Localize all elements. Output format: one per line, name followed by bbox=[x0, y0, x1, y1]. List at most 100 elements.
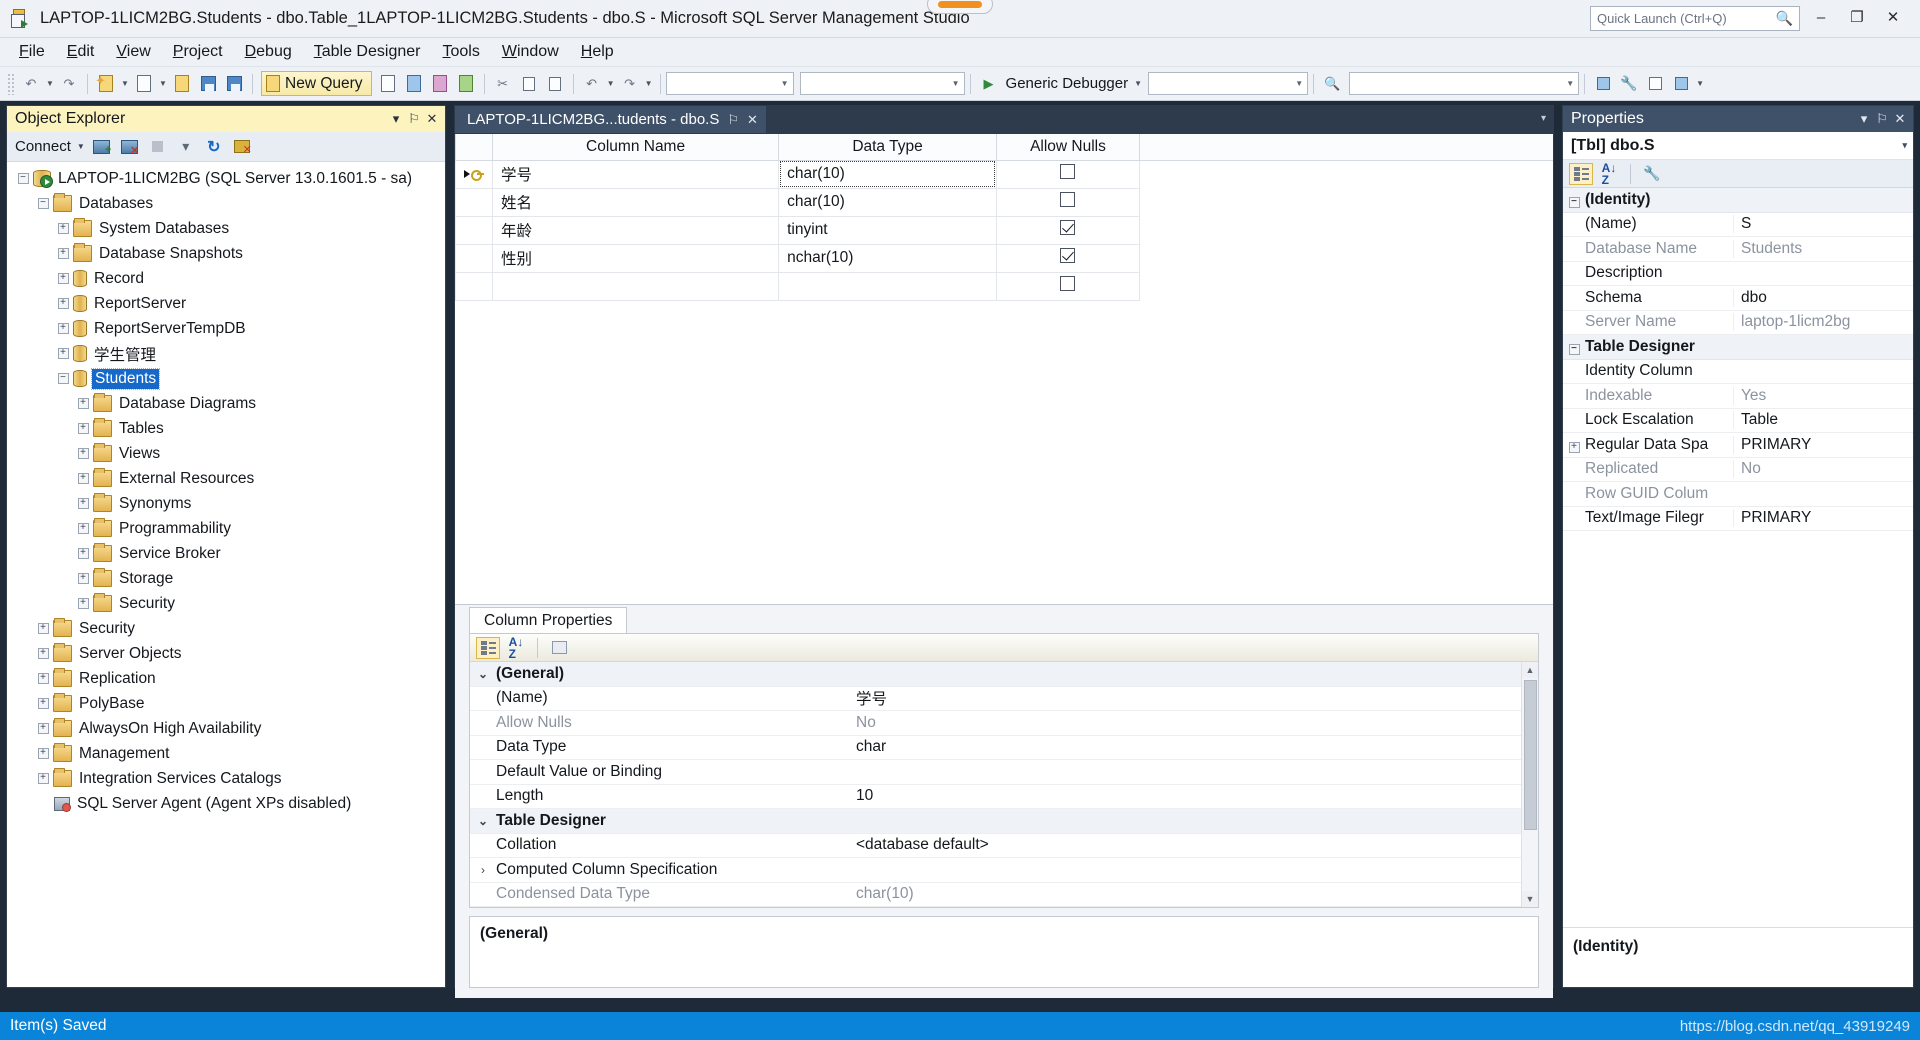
alphabetical-icon[interactable]: A↓ Z bbox=[504, 636, 528, 660]
property-row[interactable]: Replicated No bbox=[1563, 458, 1913, 482]
options-button[interactable]: 🔧 bbox=[1616, 72, 1642, 96]
property-row[interactable]: Database Name Students bbox=[1563, 237, 1913, 262]
property-row[interactable]: Indexable Yes bbox=[1563, 384, 1913, 409]
property-value[interactable]: <database default> bbox=[856, 836, 1538, 854]
menu-item-tools[interactable]: Tools bbox=[431, 40, 490, 64]
cell-allow-nulls[interactable] bbox=[995, 271, 1141, 301]
navigate-forward-button[interactable]: ↷ bbox=[56, 72, 82, 96]
alphabetical-icon[interactable]: A↓ Z bbox=[1597, 162, 1621, 186]
save-all-button[interactable] bbox=[221, 72, 247, 96]
expand-icon[interactable]: + bbox=[75, 496, 91, 512]
column-property-row[interactable]: ⌄ (General) bbox=[470, 662, 1538, 687]
collapse-icon[interactable]: − bbox=[35, 196, 51, 212]
column-definition-grid[interactable]: Column Name Data Type Allow Nulls 学号 char(1… bbox=[455, 134, 1553, 301]
property-row[interactable]: Text/Image Filegr PRIMARY bbox=[1563, 507, 1913, 531]
tab-column-properties[interactable]: Column Properties bbox=[469, 607, 628, 633]
expand-icon[interactable]: + bbox=[1563, 436, 1585, 454]
property-value[interactable]: PRIMARY bbox=[1733, 435, 1913, 454]
categorized-icon[interactable] bbox=[1569, 162, 1593, 185]
scroll-up-icon[interactable]: ▲ bbox=[1521, 662, 1538, 678]
cell-data-type[interactable] bbox=[778, 271, 997, 301]
tree-item-reportservertempdb[interactable]: + ReportServerTempDB bbox=[7, 316, 445, 341]
property-row[interactable]: Lock Escalation Table bbox=[1563, 409, 1913, 433]
collapse-icon[interactable]: − bbox=[1563, 338, 1585, 356]
cell-data-type[interactable]: char(10) bbox=[778, 187, 997, 217]
undo-button[interactable]: ↶ bbox=[579, 72, 605, 96]
new-project-button[interactable]: ✦ bbox=[93, 72, 119, 96]
menu-item-project[interactable]: Project bbox=[162, 40, 234, 64]
maximize-button[interactable]: ❐ bbox=[1842, 4, 1872, 30]
expander-icon[interactable]: ⌄ bbox=[470, 667, 496, 681]
tree-item-polybase[interactable]: + PolyBase bbox=[7, 691, 445, 716]
property-value[interactable]: 10 bbox=[856, 787, 1538, 805]
restore-down-pill[interactable] bbox=[927, 0, 993, 14]
new-xmla-query-button[interactable] bbox=[453, 72, 479, 96]
column-properties-scrollbar[interactable]: ▲ ▼ bbox=[1521, 662, 1538, 907]
tree-item-tables[interactable]: + Tables bbox=[7, 416, 445, 441]
tree-item-laptop-1licm2bg-sql-server-13-0-1601-5-sa[interactable]: − LAPTOP-1LICM2BG (SQL Server 13.0.1601.5… bbox=[7, 166, 445, 191]
property-row[interactable]: (Name) S bbox=[1563, 213, 1913, 237]
new-query-button[interactable]: New Query bbox=[261, 71, 372, 96]
row-selector[interactable] bbox=[455, 187, 493, 217]
tree-item-database-snapshots[interactable]: + Database Snapshots bbox=[7, 241, 445, 266]
expand-icon[interactable]: + bbox=[75, 521, 91, 537]
properties-object-selector[interactable]: [Tbl] dbo.S ▾ bbox=[1563, 132, 1913, 160]
property-value[interactable]: dbo bbox=[1733, 288, 1913, 307]
refresh-icon[interactable]: ↻ bbox=[203, 136, 225, 158]
grid-header-allow-nulls[interactable]: Allow Nulls bbox=[995, 134, 1141, 161]
property-value[interactable]: No bbox=[1733, 460, 1913, 479]
tree-item-management[interactable]: + Management bbox=[7, 741, 445, 766]
paste-button[interactable] bbox=[542, 72, 568, 96]
window-list-caret[interactable]: ▼ bbox=[1694, 72, 1706, 96]
oe-close-icon[interactable]: ✕ bbox=[423, 111, 441, 127]
property-value[interactable]: S bbox=[1733, 215, 1913, 234]
open-file-button[interactable] bbox=[169, 72, 195, 96]
navigate-back-caret[interactable]: ▼ bbox=[44, 72, 56, 96]
table-row[interactable]: 年龄 tinyint bbox=[455, 215, 1553, 245]
search-icon[interactable]: 🔍 bbox=[1776, 10, 1793, 27]
row-selector[interactable] bbox=[455, 271, 493, 301]
property-row[interactable]: Row GUID Colum bbox=[1563, 482, 1913, 507]
property-pages-icon[interactable]: 🔧 bbox=[1640, 163, 1664, 185]
expand-icon[interactable]: + bbox=[35, 671, 51, 687]
menu-item-window[interactable]: Window bbox=[491, 40, 570, 64]
tree-item-service-broker[interactable]: + Service Broker bbox=[7, 541, 445, 566]
table-row[interactable]: 姓名 char(10) bbox=[455, 187, 1553, 217]
expand-icon[interactable]: + bbox=[75, 471, 91, 487]
new-project-caret[interactable]: ▼ bbox=[119, 72, 131, 96]
minimize-button[interactable]: – bbox=[1806, 4, 1836, 30]
property-row[interactable]: Schema dbo bbox=[1563, 286, 1913, 311]
menu-item-view[interactable]: View bbox=[105, 40, 161, 64]
oe-pin-icon[interactable]: ⚐ bbox=[405, 111, 423, 127]
tree-item-record[interactable]: + Record bbox=[7, 266, 445, 291]
property-pages-icon[interactable] bbox=[547, 637, 571, 659]
tree-item-replication[interactable]: + Replication bbox=[7, 666, 445, 691]
document-tab-table-designer[interactable]: LAPTOP-1LICM2BG...tudents - dbo.S ⚐ ✕ bbox=[454, 105, 767, 133]
table-row[interactable] bbox=[455, 271, 1553, 301]
cell-column-name[interactable]: 年龄 bbox=[491, 215, 780, 245]
expander-icon[interactable]: › bbox=[470, 863, 496, 877]
allow-nulls-checkbox[interactable] bbox=[1060, 276, 1076, 291]
tree-item-databases[interactable]: − Databases bbox=[7, 191, 445, 216]
new-item-button[interactable] bbox=[131, 72, 157, 96]
disconnect-server-icon[interactable]: ✕ bbox=[119, 136, 141, 158]
cut-button[interactable]: ✂ bbox=[490, 72, 516, 96]
scroll-down-icon[interactable]: ▼ bbox=[1521, 891, 1538, 907]
expand-icon[interactable]: + bbox=[35, 721, 51, 737]
property-value[interactable]: PRIMARY bbox=[1733, 509, 1913, 528]
cell-allow-nulls[interactable] bbox=[995, 243, 1141, 273]
tree-item-external-resources[interactable]: + External Resources bbox=[7, 466, 445, 491]
column-property-row[interactable]: Default Value or Binding bbox=[470, 760, 1538, 785]
property-value[interactable]: 学号 bbox=[856, 687, 1538, 709]
expand-icon[interactable]: + bbox=[55, 246, 71, 262]
row-selector[interactable] bbox=[455, 243, 493, 273]
tree-item-synonyms[interactable]: + Synonyms bbox=[7, 491, 445, 516]
tree-item-alwayson-high-availability[interactable]: + AlwaysOn High Availability bbox=[7, 716, 445, 741]
disconnect-all-icon[interactable]: ✕ bbox=[231, 136, 253, 158]
debugger-caret[interactable]: ▼ bbox=[1132, 72, 1144, 96]
expand-icon[interactable]: + bbox=[55, 321, 71, 337]
cell-allow-nulls[interactable] bbox=[995, 215, 1141, 245]
cell-column-name[interactable]: 姓名 bbox=[491, 187, 780, 217]
expand-icon[interactable]: + bbox=[75, 571, 91, 587]
table-row[interactable]: 性别 nchar(10) bbox=[455, 243, 1553, 273]
